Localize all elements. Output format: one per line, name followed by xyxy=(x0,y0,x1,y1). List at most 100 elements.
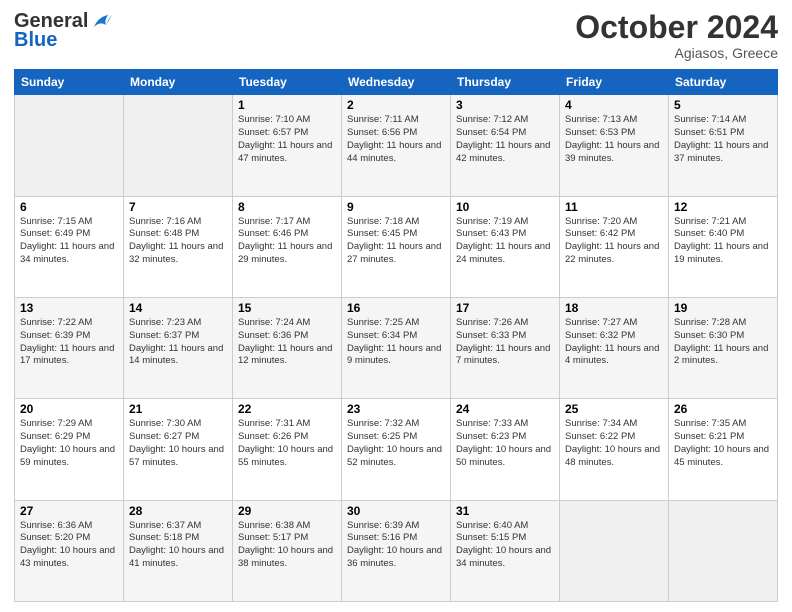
col-saturday: Saturday xyxy=(669,70,778,95)
calendar-cell: 19Sunrise: 7:28 AMSunset: 6:30 PMDayligh… xyxy=(669,297,778,398)
day-number: 1 xyxy=(238,98,336,112)
calendar-cell: 3 Sunrise: 7:12 AMSunset: 6:54 PMDaylight… xyxy=(451,95,560,196)
day-info: Sunrise: 6:37 AMSunset: 5:18 PMDaylight:… xyxy=(129,520,227,571)
day-info: Sunrise: 7:17 AMSunset: 6:46 PMDaylight:… xyxy=(238,216,336,267)
day-number: 20 xyxy=(20,402,118,416)
month-title: October 2024 xyxy=(575,10,778,45)
day-info: Sunrise: 7:29 AMSunset: 6:29 PMDaylight:… xyxy=(20,418,118,469)
day-info: Sunrise: 6:40 AMSunset: 5:15 PMDaylight:… xyxy=(456,520,554,571)
day-info: Sunrise: 7:30 AMSunset: 6:27 PMDaylight:… xyxy=(129,418,227,469)
day-info: Sunrise: 7:19 AMSunset: 6:43 PMDaylight:… xyxy=(456,216,554,267)
day-info: Sunrise: 7:12 AMSunset: 6:54 PMDaylight:… xyxy=(456,114,554,165)
day-number: 25 xyxy=(565,402,663,416)
calendar-cell: 12Sunrise: 7:21 AMSunset: 6:40 PMDayligh… xyxy=(669,196,778,297)
col-sunday: Sunday xyxy=(15,70,124,95)
calendar-cell: 13Sunrise: 7:22 AMSunset: 6:39 PMDayligh… xyxy=(15,297,124,398)
day-info: Sunrise: 7:34 AMSunset: 6:22 PMDaylight:… xyxy=(565,418,663,469)
day-number: 21 xyxy=(129,402,227,416)
day-info: Sunrise: 7:27 AMSunset: 6:32 PMDaylight:… xyxy=(565,317,663,368)
day-number: 7 xyxy=(129,200,227,214)
calendar-cell xyxy=(669,500,778,601)
calendar-cell: 6 Sunrise: 7:15 AMSunset: 6:49 PMDaylight… xyxy=(15,196,124,297)
day-number: 18 xyxy=(565,301,663,315)
day-number: 11 xyxy=(565,200,663,214)
day-info: Sunrise: 7:13 AMSunset: 6:53 PMDaylight:… xyxy=(565,114,663,165)
day-info: Sunrise: 7:31 AMSunset: 6:26 PMDaylight:… xyxy=(238,418,336,469)
logo-blue: Blue xyxy=(14,29,57,52)
day-info: Sunrise: 7:11 AMSunset: 6:56 PMDaylight:… xyxy=(347,114,445,165)
day-number: 28 xyxy=(129,504,227,518)
calendar-cell xyxy=(15,95,124,196)
day-info: Sunrise: 7:26 AMSunset: 6:33 PMDaylight:… xyxy=(456,317,554,368)
calendar-cell: 10 Sunrise: 7:19 AMSunset: 6:43 PMDayligh… xyxy=(451,196,560,297)
day-number: 15 xyxy=(238,301,336,315)
day-number: 12 xyxy=(674,200,772,214)
day-number: 30 xyxy=(347,504,445,518)
calendar-cell: 22 Sunrise: 7:31 AMSunset: 6:26 PMDayligh… xyxy=(233,399,342,500)
header-row: Sunday Monday Tuesday Wednesday Thursday… xyxy=(15,70,778,95)
day-number: 17 xyxy=(456,301,554,315)
day-number: 16 xyxy=(347,301,445,315)
calendar-cell: 24 Sunrise: 7:33 AMSunset: 6:23 PMDayligh… xyxy=(451,399,560,500)
day-info: Sunrise: 7:18 AMSunset: 6:45 PMDaylight:… xyxy=(347,216,445,267)
day-info: Sunrise: 7:35 AMSunset: 6:21 PMDaylight:… xyxy=(674,418,772,469)
day-info: Sunrise: 7:32 AMSunset: 6:25 PMDaylight:… xyxy=(347,418,445,469)
day-number: 5 xyxy=(674,98,772,112)
calendar-cell: 27Sunrise: 6:36 AMSunset: 5:20 PMDayligh… xyxy=(15,500,124,601)
calendar-cell xyxy=(124,95,233,196)
calendar-week-row: 13Sunrise: 7:22 AMSunset: 6:39 PMDayligh… xyxy=(15,297,778,398)
day-info: Sunrise: 7:28 AMSunset: 6:30 PMDaylight:… xyxy=(674,317,772,368)
day-info: Sunrise: 7:15 AMSunset: 6:49 PMDaylight:… xyxy=(20,216,118,267)
day-info: Sunrise: 7:23 AMSunset: 6:37 PMDaylight:… xyxy=(129,317,227,368)
calendar-cell: 8Sunrise: 7:17 AMSunset: 6:46 PMDaylight… xyxy=(233,196,342,297)
day-number: 14 xyxy=(129,301,227,315)
day-number: 13 xyxy=(20,301,118,315)
day-info: Sunrise: 6:39 AMSunset: 5:16 PMDaylight:… xyxy=(347,520,445,571)
calendar-week-row: 27Sunrise: 6:36 AMSunset: 5:20 PMDayligh… xyxy=(15,500,778,601)
col-wednesday: Wednesday xyxy=(342,70,451,95)
calendar-cell: 5 Sunrise: 7:14 AMSunset: 6:51 PMDaylight… xyxy=(669,95,778,196)
calendar-cell: 1 Sunrise: 7:10 AMSunset: 6:57 PMDaylight… xyxy=(233,95,342,196)
calendar-cell: 2 Sunrise: 7:11 AMSunset: 6:56 PMDaylight… xyxy=(342,95,451,196)
calendar-cell: 15Sunrise: 7:24 AMSunset: 6:36 PMDayligh… xyxy=(233,297,342,398)
page: General Blue October 2024 Agiasos, Greec… xyxy=(0,0,792,612)
day-number: 26 xyxy=(674,402,772,416)
day-number: 2 xyxy=(347,98,445,112)
day-info: Sunrise: 7:20 AMSunset: 6:42 PMDaylight:… xyxy=(565,216,663,267)
col-monday: Monday xyxy=(124,70,233,95)
calendar-cell: 4 Sunrise: 7:13 AMSunset: 6:53 PMDaylight… xyxy=(560,95,669,196)
day-info: Sunrise: 6:38 AMSunset: 5:17 PMDaylight:… xyxy=(238,520,336,571)
calendar-week-row: 1 Sunrise: 7:10 AMSunset: 6:57 PMDaylight… xyxy=(15,95,778,196)
calendar-cell: 18 Sunrise: 7:27 AMSunset: 6:32 PMDayligh… xyxy=(560,297,669,398)
location: Agiasos, Greece xyxy=(575,45,778,61)
day-number: 29 xyxy=(238,504,336,518)
col-tuesday: Tuesday xyxy=(233,70,342,95)
day-number: 4 xyxy=(565,98,663,112)
calendar-week-row: 6 Sunrise: 7:15 AMSunset: 6:49 PMDaylight… xyxy=(15,196,778,297)
col-thursday: Thursday xyxy=(451,70,560,95)
day-number: 22 xyxy=(238,402,336,416)
title-block: October 2024 Agiasos, Greece xyxy=(575,10,778,61)
calendar-cell: 29 Sunrise: 6:38 AMSunset: 5:17 PMDayligh… xyxy=(233,500,342,601)
calendar-cell: 9 Sunrise: 7:18 AMSunset: 6:45 PMDaylight… xyxy=(342,196,451,297)
day-number: 10 xyxy=(456,200,554,214)
day-info: Sunrise: 7:33 AMSunset: 6:23 PMDaylight:… xyxy=(456,418,554,469)
day-number: 31 xyxy=(456,504,554,518)
day-number: 3 xyxy=(456,98,554,112)
calendar-cell: 30 Sunrise: 6:39 AMSunset: 5:16 PMDayligh… xyxy=(342,500,451,601)
col-friday: Friday xyxy=(560,70,669,95)
day-info: Sunrise: 7:14 AMSunset: 6:51 PMDaylight:… xyxy=(674,114,772,165)
calendar-cell: 25 Sunrise: 7:34 AMSunset: 6:22 PMDayligh… xyxy=(560,399,669,500)
calendar-cell: 26 Sunrise: 7:35 AMSunset: 6:21 PMDayligh… xyxy=(669,399,778,500)
calendar-cell: 20 Sunrise: 7:29 AMSunset: 6:29 PMDayligh… xyxy=(15,399,124,500)
day-number: 24 xyxy=(456,402,554,416)
day-number: 9 xyxy=(347,200,445,214)
day-number: 6 xyxy=(20,200,118,214)
calendar-cell: 23Sunrise: 7:32 AMSunset: 6:25 PMDayligh… xyxy=(342,399,451,500)
calendar-cell xyxy=(560,500,669,601)
calendar-cell: 14 Sunrise: 7:23 AMSunset: 6:37 PMDayligh… xyxy=(124,297,233,398)
header: General Blue October 2024 Agiasos, Greec… xyxy=(14,10,778,61)
calendar-cell: 28 Sunrise: 6:37 AMSunset: 5:18 PMDayligh… xyxy=(124,500,233,601)
calendar-cell: 16Sunrise: 7:25 AMSunset: 6:34 PMDayligh… xyxy=(342,297,451,398)
day-info: Sunrise: 7:10 AMSunset: 6:57 PMDaylight:… xyxy=(238,114,336,165)
